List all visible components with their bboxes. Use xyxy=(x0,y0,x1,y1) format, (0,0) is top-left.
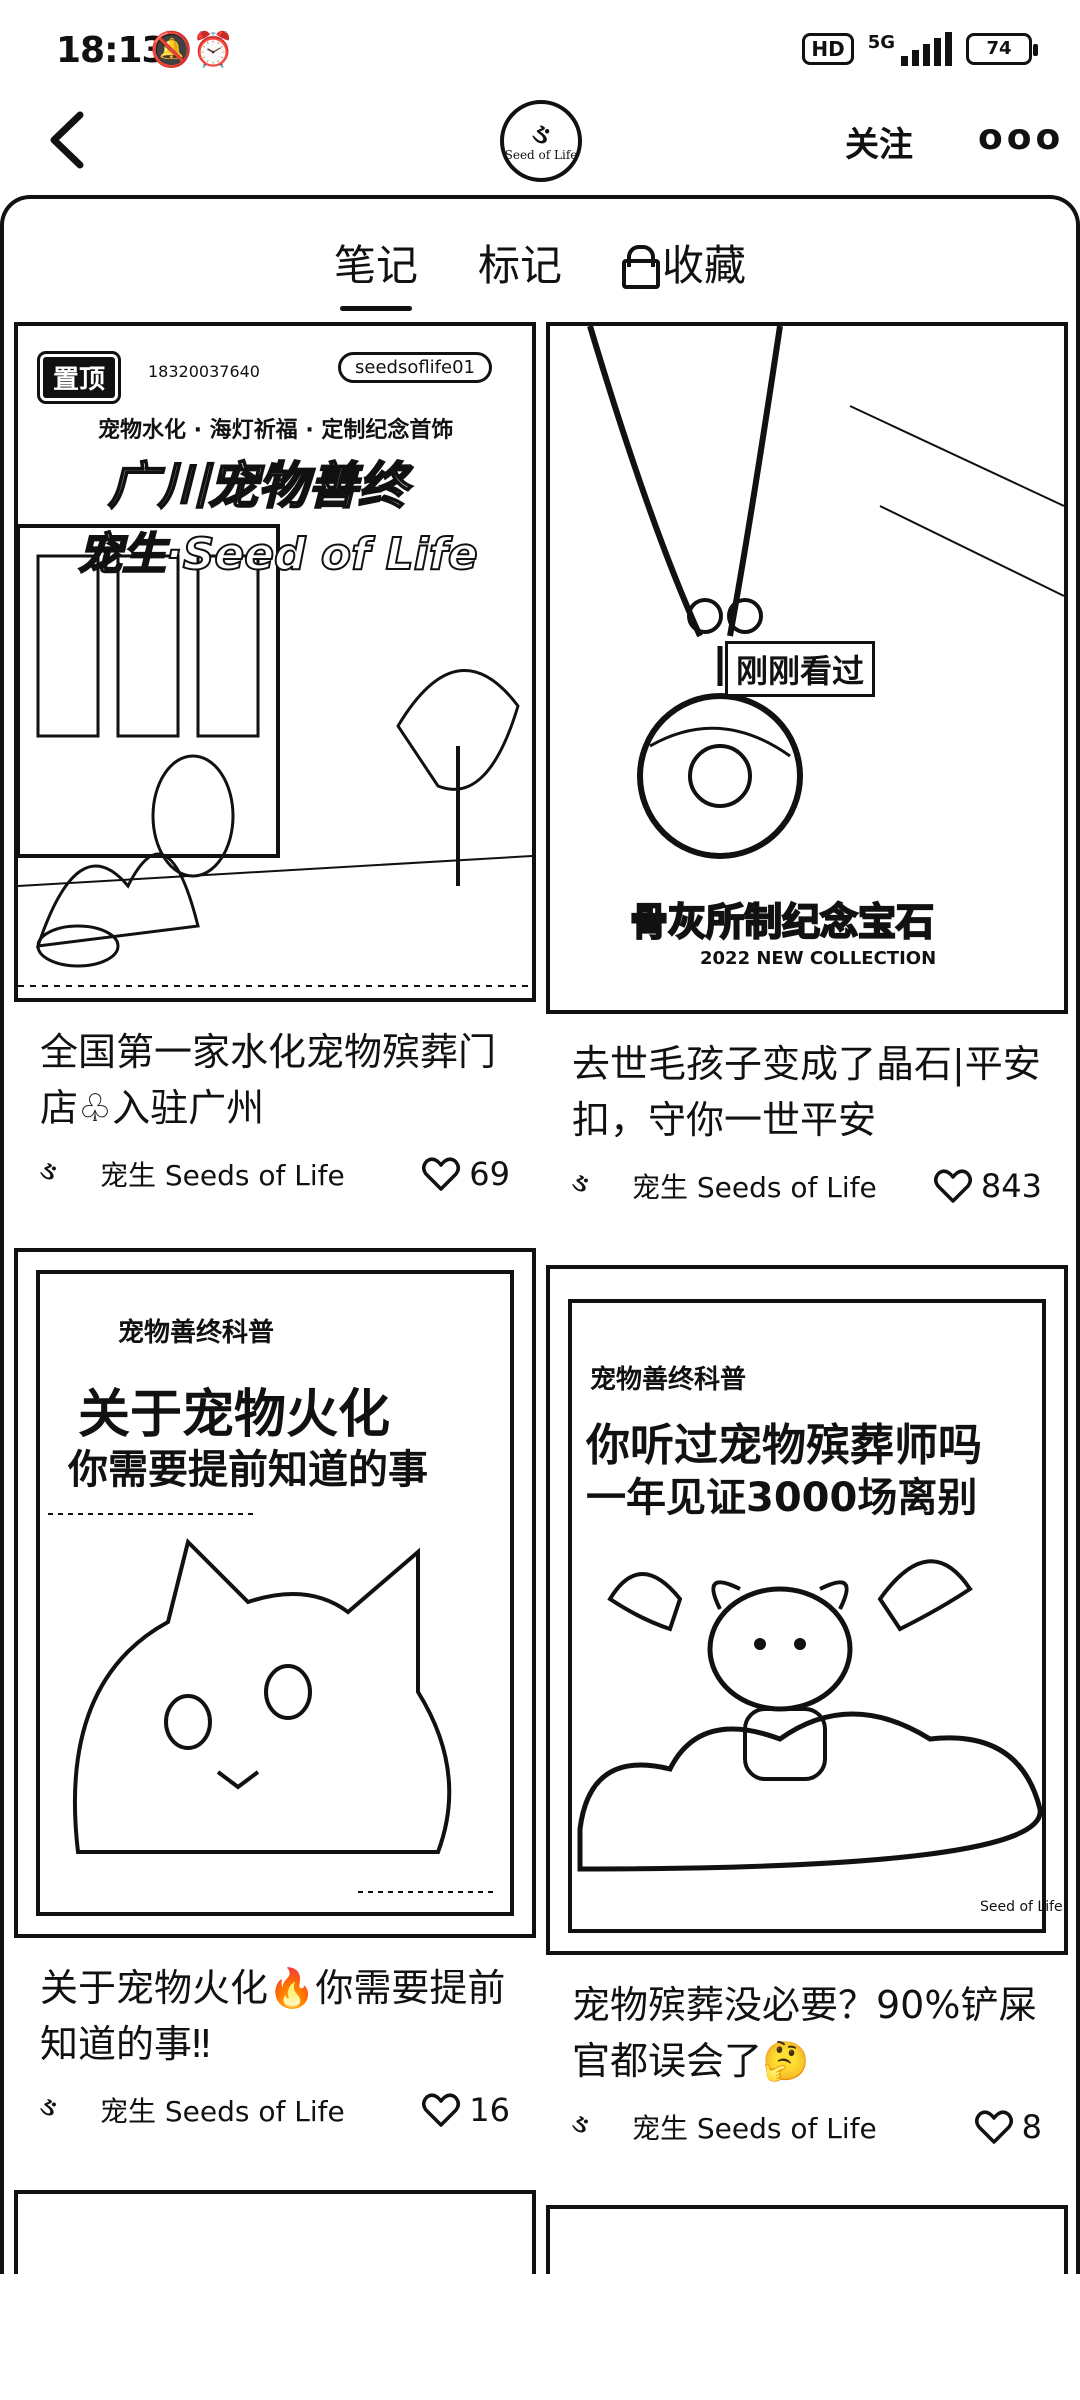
note-card[interactable]: 宠物善终科普 你听过宠物殡葬师吗 一年见证3000场离别 Seed of Lif… xyxy=(546,1265,1068,2147)
like-count: 8 xyxy=(1021,2108,1042,2146)
battery-icon: 74 xyxy=(966,33,1038,65)
tab-label: 标记 xyxy=(477,241,562,290)
cover-headline: 广川宠物善终 xyxy=(107,456,409,516)
author-name[interactable]: 宠生 Seeds of Life xyxy=(100,2090,421,2130)
like-heart-icon[interactable] xyxy=(933,1168,973,1204)
cover-collection-text: 2022 NEW COLLECTION xyxy=(700,948,937,969)
logo-mark-icon: ઙ xyxy=(532,117,550,150)
more-options-icon[interactable]: ooo xyxy=(978,117,1064,158)
cover-subtitle: 宠物水化 · 海灯祈福 · 定制纪念首饰 xyxy=(98,418,454,443)
signal-icon xyxy=(901,32,952,66)
note-meta: ઙ 宠生 Seeds of Life 8 xyxy=(546,2107,1068,2147)
puppy-angel-illustration xyxy=(577,1559,1043,1872)
pinned-badge: 置顶 xyxy=(36,351,122,404)
like-heart-icon[interactable] xyxy=(421,2092,461,2128)
like-count: 843 xyxy=(980,1167,1042,1205)
note-card[interactable]: 宠物善终科普 关于宠物火化 你需要提前知道的事 关于宠物火化🔥你需要提前知道的事… xyxy=(14,1248,536,2130)
note-cover-image[interactable] xyxy=(14,2190,536,2274)
note-cover-image[interactable]: 宠物善终科普 你听过宠物殡葬师吗 一年见证3000场离别 Seed of Lif… xyxy=(546,1265,1068,1955)
note-cover-image[interactable]: 置顶 18320037640 seedsoflife01 宠物水化 · 海灯祈福… xyxy=(14,322,536,1002)
author-avatar[interactable]: ઙ xyxy=(572,1168,612,1204)
cat-photo xyxy=(48,1513,498,1893)
tab-favorites[interactable]: 收藏 xyxy=(622,232,746,293)
like-heart-icon[interactable] xyxy=(974,2109,1014,2145)
brand-logo[interactable]: ઙ Seed of Life xyxy=(500,100,582,182)
note-title[interactable]: 去世毛孩子变成了晶石|平安扣，守你一世平安 xyxy=(546,1036,1068,1148)
status-bar: 18:13 🔕⏰ HD 5G 74 xyxy=(0,0,1080,100)
tab-bar: 笔记 标记 收藏 xyxy=(0,232,1080,311)
like-count: 69 xyxy=(469,1155,510,1193)
note-title[interactable]: 全国第一家水化宠物殡葬门店♧入驻广州 xyxy=(14,1024,536,1136)
note-title[interactable]: 宠物殡葬没必要？90%铲屎官都误会了🤔 xyxy=(546,1977,1068,2089)
cover-logo-text: Seed of Life xyxy=(980,1899,1063,1915)
author-avatar[interactable]: ઙ xyxy=(40,2092,80,2128)
logo-text: Seed of Life xyxy=(504,148,578,162)
author-avatar[interactable]: ઙ xyxy=(40,1156,80,1192)
cover-phone-text: 18320037640 xyxy=(148,362,260,381)
bottom-blank xyxy=(0,2274,1080,2400)
tab-marks[interactable]: 标记 xyxy=(478,232,562,293)
note-cover-image[interactable]: 刚刚看过 骨灰所制纪念宝石 2022 NEW COLLECTION xyxy=(546,322,1068,1014)
tab-notes[interactable]: 笔记 xyxy=(333,232,418,311)
note-meta: ઙ 宠生 Seeds of Life 69 xyxy=(14,1154,536,1194)
like-count: 16 xyxy=(469,2091,510,2129)
note-card-partial[interactable] xyxy=(546,2205,1068,2274)
note-card[interactable]: 置顶 18320037640 seedsoflife01 宠物水化 · 海灯祈福… xyxy=(14,322,536,1194)
note-card[interactable]: 刚刚看过 骨灰所制纪念宝石 2022 NEW COLLECTION 去世毛孩子变… xyxy=(546,322,1068,1206)
note-meta: ઙ 宠生 Seeds of Life 16 xyxy=(14,2090,536,2130)
author-avatar[interactable]: ઙ xyxy=(572,2109,612,2145)
note-meta: ઙ 宠生 Seeds of Life 843 xyxy=(546,1166,1068,1206)
note-card-partial[interactable] xyxy=(14,2190,536,2274)
note-title[interactable]: 关于宠物火化🔥你需要提前知道的事‼ xyxy=(14,1960,536,2072)
network-type: 5G xyxy=(867,32,895,53)
cover-headline-2: 宠生·Seed of Life xyxy=(77,528,479,581)
back-arrow-icon[interactable] xyxy=(40,105,100,175)
tab-label: 笔记 xyxy=(333,241,418,290)
note-cover-image[interactable]: 宠物善终科普 关于宠物火化 你需要提前知道的事 xyxy=(14,1248,536,1938)
follow-button[interactable]: 关注 xyxy=(845,117,913,166)
recently-viewed-badge: 刚刚看过 xyxy=(725,641,876,697)
tab-label: 收藏 xyxy=(662,241,747,290)
author-name[interactable]: 宠生 Seeds of Life xyxy=(632,1166,933,1206)
author-name[interactable]: 宠生 Seeds of Life xyxy=(632,2107,974,2147)
notification-icons: 🔕⏰ xyxy=(150,30,235,70)
cover-wechat-text: seedsoflife01 xyxy=(338,352,492,383)
cover-caption: 骨灰所制纪念宝石 xyxy=(629,899,935,945)
status-right: HD 5G 74 xyxy=(802,32,1038,66)
profile-header: ઙ Seed of Life 关注 ooo xyxy=(0,95,1080,185)
like-heart-icon[interactable] xyxy=(421,1156,461,1192)
note-cover-image[interactable] xyxy=(546,2205,1068,2274)
author-name[interactable]: 宠生 Seeds of Life xyxy=(100,1154,421,1194)
lock-icon xyxy=(622,244,660,289)
hd-icon: HD xyxy=(802,33,854,65)
